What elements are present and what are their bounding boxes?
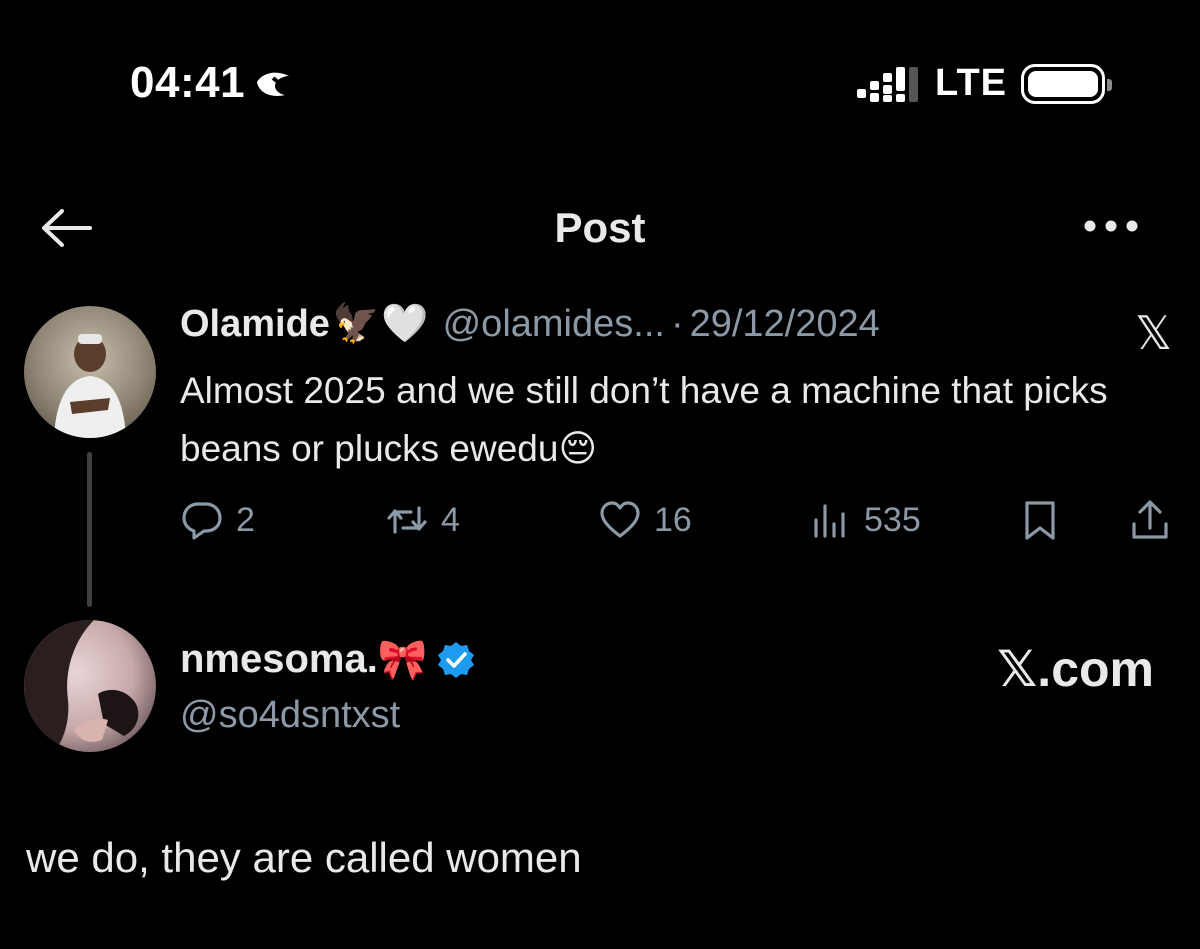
reply-author-handle[interactable]: @so4dsntxst: [180, 694, 400, 737]
heart-icon: [600, 501, 640, 538]
white-heart-emoji: 🤍: [381, 303, 429, 345]
x-logo-icon[interactable]: 𝕏: [1135, 306, 1172, 360]
repost-button[interactable]: 4: [385, 498, 460, 542]
share-button[interactable]: [1128, 498, 1172, 542]
thread-connector-line: [87, 452, 92, 607]
views-chart-icon: [814, 504, 845, 538]
ribbon-emoji: 🎀: [377, 638, 428, 682]
x-com-watermark: 𝕏.com: [997, 641, 1154, 697]
reply-count: 2: [236, 500, 255, 539]
like-count: 16: [654, 500, 692, 539]
reply-author-name[interactable]: nmesoma.: [180, 637, 378, 682]
sleep-mode-icon: [257, 72, 295, 96]
pensive-emoji: 😔: [558, 428, 598, 469]
quoted-post-header: Olamide 🦅 🤍 @olamides... · 29/12/2024: [180, 302, 880, 346]
reply-text: we do, they are called women: [26, 834, 582, 881]
status-time-text: 04:41: [130, 58, 246, 107]
status-time: 04:41: [130, 58, 299, 108]
quoted-post-text: Almost 2025 and we still don’t have a ma…: [180, 362, 1140, 478]
quoted-author-handle[interactable]: @olamides...: [443, 303, 665, 346]
page-title: Post: [554, 204, 646, 251]
verified-badge-icon: [437, 641, 474, 678]
battery-icon: [1021, 63, 1112, 104]
more-options-icon[interactable]: [1082, 212, 1140, 240]
view-count: 535: [864, 500, 921, 539]
like-button[interactable]: 16: [598, 498, 692, 542]
bookmark-button[interactable]: [1018, 498, 1062, 542]
views-button[interactable]: 535: [808, 498, 921, 542]
network-type: LTE: [935, 62, 1007, 104]
reply-author-avatar[interactable]: [24, 620, 156, 752]
signal-icon: [857, 66, 919, 102]
repost-count: 4: [441, 500, 460, 539]
date-separator: ·: [670, 302, 684, 345]
bookmark-icon: [1025, 501, 1055, 540]
reply-author-name-row: nmesoma. 🎀: [180, 636, 476, 683]
post-date[interactable]: 29/12/2024: [690, 303, 880, 346]
reply-button[interactable]: 2: [180, 498, 255, 542]
repost-icon: [387, 506, 427, 534]
quoted-post-body: Almost 2025 and we still don’t have a ma…: [180, 370, 1108, 469]
status-indicators: LTE: [855, 62, 1112, 105]
post-action-bar: 2 4 16 535: [180, 498, 1175, 548]
eagle-emoji: 🦅: [331, 303, 380, 345]
share-icon: [1132, 500, 1168, 539]
quoted-author-name[interactable]: Olamide: [180, 303, 330, 346]
reply-icon: [182, 502, 222, 540]
quoted-author-avatar[interactable]: [24, 306, 156, 438]
